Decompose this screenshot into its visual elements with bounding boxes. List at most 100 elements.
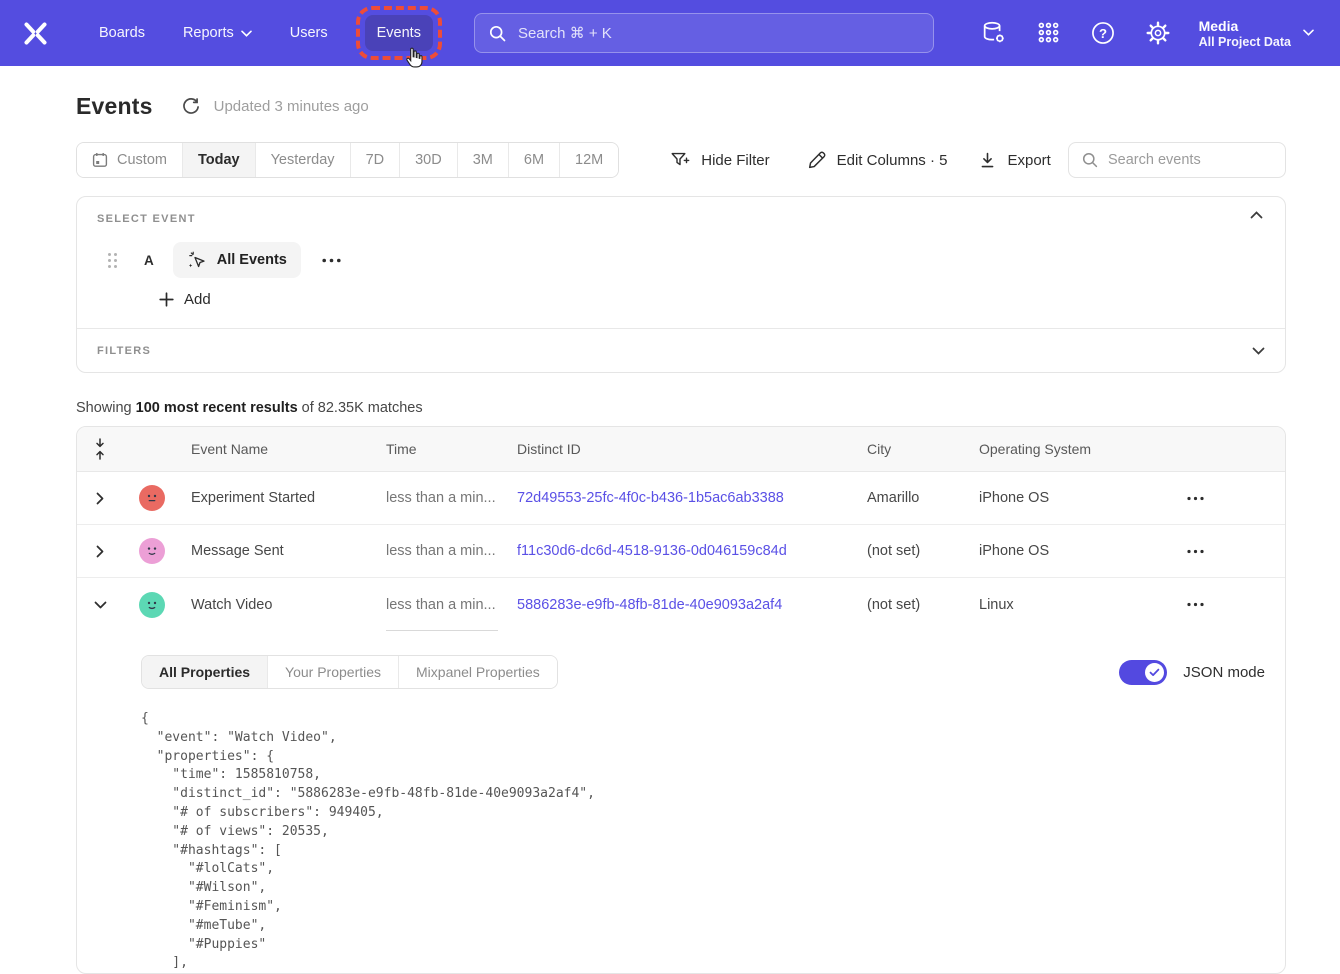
date-range-yesterday[interactable]: Yesterday <box>255 143 350 177</box>
cell-distinct-id-link[interactable]: f11c30d6-dc6d-4518-9136-0d046159c84d <box>517 543 867 559</box>
drag-handle-icon[interactable] <box>107 252 118 269</box>
pencil-icon <box>808 151 826 169</box>
apps-grid-icon[interactable] <box>1037 21 1060 44</box>
cell-time: less than a min... <box>386 597 517 613</box>
cell-event-name: Experiment Started <box>191 490 386 506</box>
hide-filter-label: Hide Filter <box>701 152 769 169</box>
summary-suffix: of 82.35K matches <box>298 400 423 416</box>
edit-columns-button[interactable]: Edit Columns · 5 <box>808 151 948 169</box>
sparkle-cursor-icon <box>187 250 207 270</box>
global-search <box>474 13 934 53</box>
svg-text:?: ? <box>1099 26 1107 41</box>
hide-filter-button[interactable]: Hide Filter <box>671 152 769 169</box>
json-mode-toggle[interactable] <box>1119 660 1167 685</box>
cell-os: iPhone OS <box>979 490 1169 506</box>
date-range-7d[interactable]: 7D <box>350 143 400 177</box>
nav-menu: Boards Reports Users Events <box>87 15 444 51</box>
events-table: Event Name Time Distinct ID City Operati… <box>76 426 1286 974</box>
cell-os: iPhone OS <box>979 543 1169 559</box>
tab-all-properties[interactable]: All Properties <box>142 656 267 688</box>
event-avatar <box>139 485 165 511</box>
page-title: Events <box>76 93 153 120</box>
row-more-options-icon[interactable] <box>1169 496 1285 501</box>
column-header-time: Time <box>386 441 517 457</box>
cell-time: less than a min... <box>386 543 517 559</box>
export-label: Export <box>1007 152 1050 169</box>
cell-distinct-id-link[interactable]: 5886283e-e9fb-48fb-81de-40e9093a2af4 <box>517 597 867 613</box>
project-switcher[interactable]: Media All Project Data <box>1199 17 1314 50</box>
toolbar: Custom Today Yesterday 7D 30D 3M 6M 12M … <box>76 142 1286 178</box>
cursor-pointer-icon <box>403 46 424 70</box>
cell-city: Amarillo <box>867 490 979 506</box>
nav-item-boards[interactable]: Boards <box>87 15 157 51</box>
top-nav: Boards Reports Users Events <box>0 0 1340 66</box>
calendar-icon <box>92 152 108 168</box>
column-header-os: Operating System <box>979 441 1169 457</box>
search-events-input[interactable] <box>1108 152 1272 168</box>
row-more-options-icon[interactable] <box>1169 602 1285 607</box>
date-range-30d[interactable]: 30D <box>399 143 457 177</box>
row-more-options-icon[interactable] <box>1169 549 1285 554</box>
event-clause-row: A All Events <box>97 242 1265 278</box>
cell-event-name: Watch Video <box>191 597 386 613</box>
collapse-section-icon[interactable] <box>1250 211 1263 219</box>
expand-filters-icon[interactable] <box>1252 347 1265 355</box>
mixpanel-logo-icon[interactable] <box>22 20 49 47</box>
tab-your-properties[interactable]: Your Properties <box>267 656 398 688</box>
clause-more-options-icon[interactable] <box>318 254 345 267</box>
plus-icon <box>159 292 174 307</box>
search-events-field <box>1068 142 1286 178</box>
table-row: Experiment Started less than a min... 72… <box>77 472 1285 525</box>
project-name: Media <box>1199 17 1291 36</box>
expand-row-icon[interactable] <box>77 492 123 505</box>
download-icon <box>979 152 996 169</box>
settings-gear-icon[interactable] <box>1146 21 1170 45</box>
tab-mixpanel-properties[interactable]: Mixpanel Properties <box>398 656 557 688</box>
add-event-button[interactable]: Add <box>159 291 211 308</box>
collapse-all-rows-icon[interactable] <box>77 438 123 460</box>
data-management-icon[interactable] <box>982 21 1006 45</box>
expand-row-icon[interactable] <box>77 545 123 558</box>
help-icon[interactable]: ? <box>1091 21 1115 45</box>
search-icon <box>1082 152 1098 168</box>
refresh-icon[interactable] <box>182 98 200 116</box>
main-content: Events Updated 3 minutes ago Custom <box>0 66 1340 974</box>
date-range-custom[interactable]: Custom <box>77 143 182 177</box>
nav-item-reports-label: Reports <box>183 25 234 41</box>
edit-columns-label: Edit Columns · 5 <box>837 152 948 169</box>
cell-city: (not set) <box>867 597 979 613</box>
table-row: Message Sent less than a min... f11c30d6… <box>77 525 1285 578</box>
export-button[interactable]: Export <box>979 152 1050 169</box>
nav-item-reports[interactable]: Reports <box>171 15 264 51</box>
cell-event-name: Message Sent <box>191 543 386 559</box>
date-range-6m[interactable]: 6M <box>508 143 559 177</box>
search-icon <box>489 25 506 42</box>
detail-toolbar: All Properties Your Properties Mixpanel … <box>141 655 1265 689</box>
nav-right-group: ? Media All Project Data <box>982 17 1314 50</box>
table-row-expanded: Watch Video less than a min... 5886283e-… <box>77 578 1285 631</box>
chevron-down-icon <box>1303 29 1314 36</box>
last-updated-text: Updated 3 minutes ago <box>214 98 369 115</box>
global-search-input[interactable] <box>518 25 919 42</box>
date-range-label: Custom <box>117 152 167 168</box>
table-header-row: Event Name Time Distinct ID City Operati… <box>77 427 1285 472</box>
chevron-down-icon <box>241 30 252 37</box>
project-scope: All Project Data <box>1199 35 1291 49</box>
nav-item-users[interactable]: Users <box>278 15 340 51</box>
event-detail-panel: All Properties Your Properties Mixpanel … <box>77 631 1285 973</box>
filter-funnel-icon <box>671 152 690 169</box>
event-avatar <box>139 538 165 564</box>
filters-label: FILTERS <box>97 345 151 357</box>
date-range-3m[interactable]: 3M <box>457 143 508 177</box>
event-selector-chip[interactable]: All Events <box>173 242 301 278</box>
cell-distinct-id-link[interactable]: 72d49553-25fc-4f0c-b436-1b5ac6ab3388 <box>517 490 867 506</box>
summary-prefix: Showing <box>76 400 136 416</box>
summary-count: 100 most recent results <box>136 400 298 416</box>
select-event-label: SELECT EVENT <box>97 213 1265 225</box>
filters-section: FILTERS <box>77 329 1285 372</box>
collapse-row-icon[interactable] <box>77 601 123 609</box>
event-avatar <box>139 592 165 618</box>
event-json: { "event": "Watch Video", "properties": … <box>141 710 1265 973</box>
date-range-12m[interactable]: 12M <box>559 143 618 177</box>
date-range-today[interactable]: Today <box>182 143 255 177</box>
